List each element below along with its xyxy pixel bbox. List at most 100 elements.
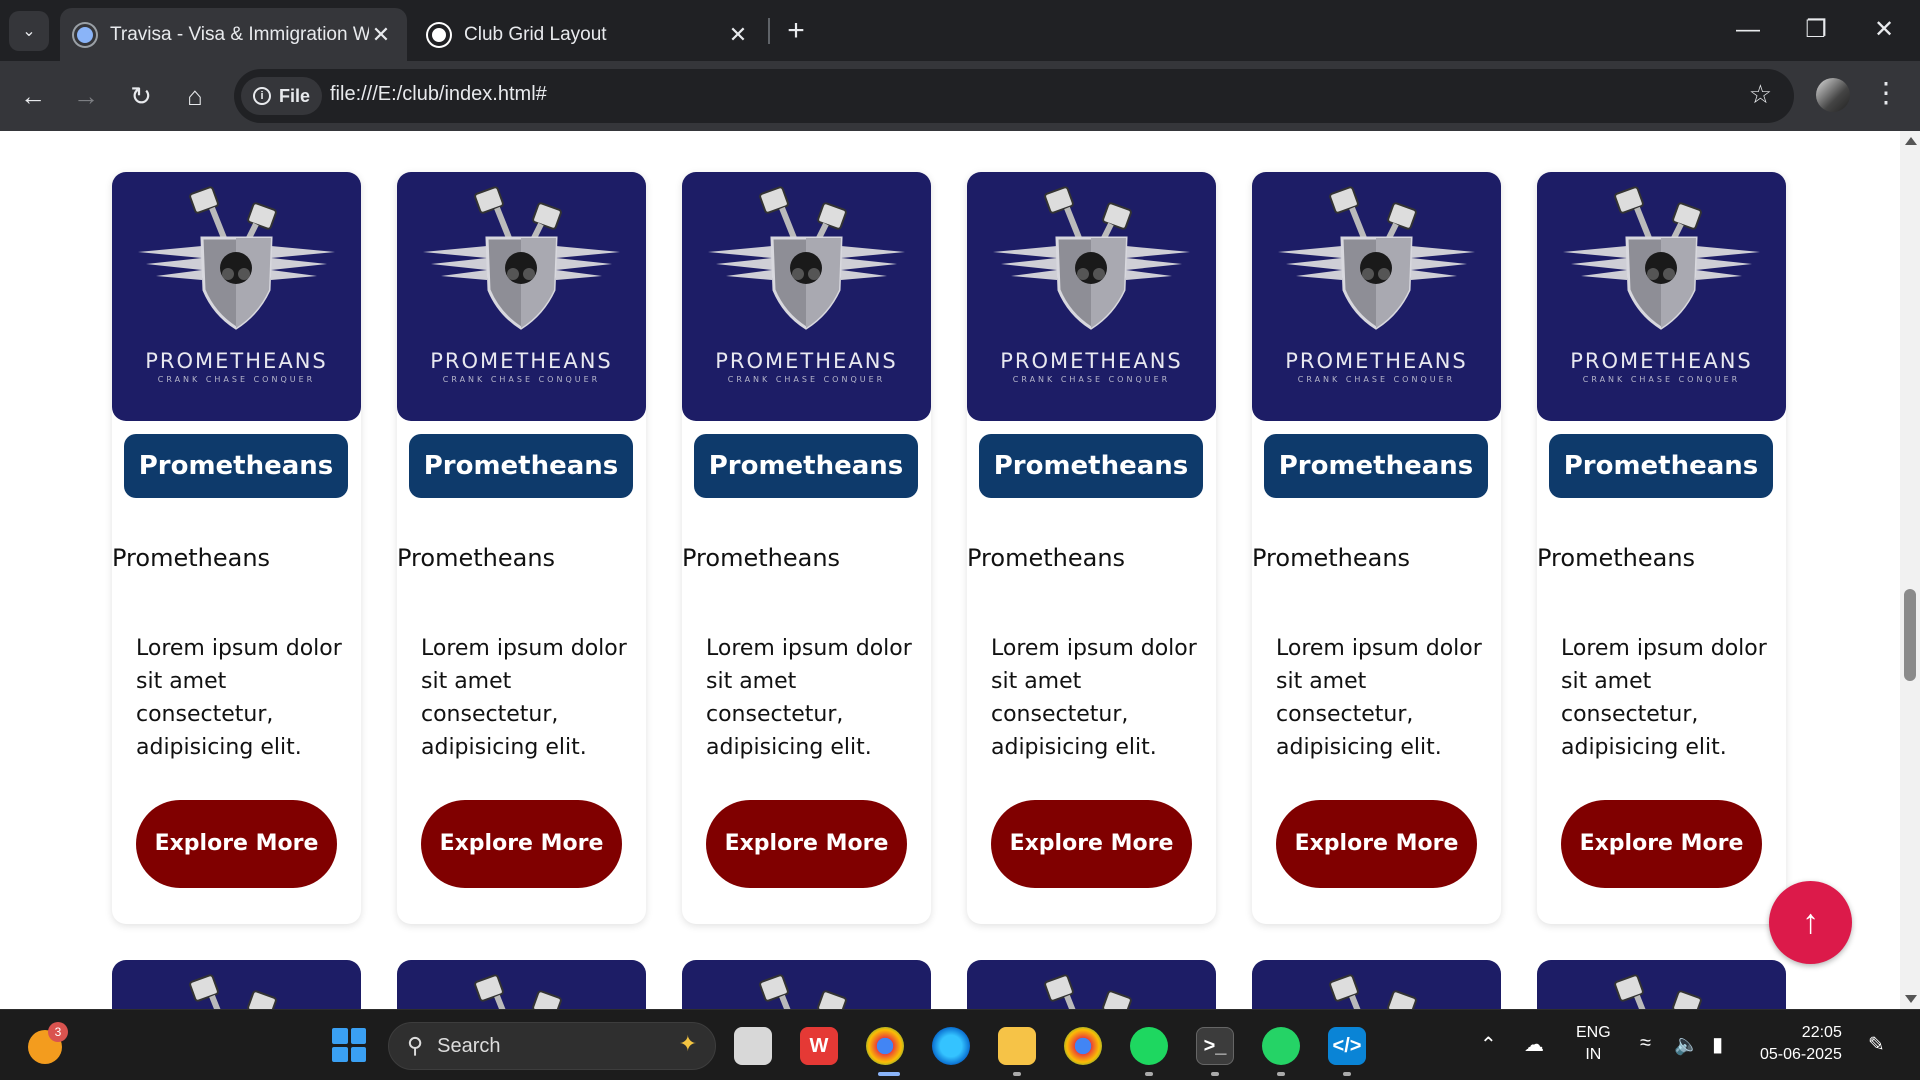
taskbar-search[interactable]: ⚲ Search ✦ [388, 1022, 716, 1070]
language-indicator[interactable]: ENG IN [1576, 1022, 1611, 1066]
info-icon: i [253, 87, 271, 105]
reload-button[interactable]: ↻ [120, 75, 162, 117]
club-logo-emblem [138, 186, 335, 330]
profile-avatar[interactable] [1816, 78, 1850, 112]
running-indicator [1343, 1072, 1351, 1076]
windows-taskbar: 3 ⚲ Search ✦ W >_ </> ⌃ ☁ ENG IN ≈ 🔈 ▮ 2… [0, 1009, 1920, 1080]
club-card-partial [397, 960, 646, 1009]
club-name-badge: Prometheans [1549, 434, 1773, 498]
explore-more-button[interactable]: Explore More [1276, 800, 1477, 888]
scroll-up-arrow[interactable] [1905, 137, 1917, 145]
club-card-description: Lorem ipsum dolor sit amet consectetur, … [1561, 636, 1767, 760]
chrome-icon[interactable] [1064, 1027, 1102, 1065]
tab-search-button[interactable]: ⌄ [9, 11, 49, 51]
new-tab-button[interactable]: + [778, 14, 814, 50]
club-card-image: PROMETHEANS CRANK CHASE CONQUER [1537, 172, 1786, 421]
start-button[interactable] [332, 1028, 366, 1062]
spotify-icon[interactable] [1130, 1027, 1168, 1065]
club-logo-emblem [189, 974, 277, 1009]
browser-menu-icon[interactable]: ⋮ [1872, 76, 1900, 109]
task-view-icon[interactable] [734, 1027, 772, 1065]
explore-more-button[interactable]: Explore More [136, 800, 337, 888]
club-card-image: PROMETHEANS CRANK CHASE CONQUER [682, 172, 931, 421]
scroll-to-top-button[interactable]: ↑ [1769, 881, 1852, 964]
club-card-partial [967, 960, 1216, 1009]
bookmark-star-icon[interactable]: ☆ [1749, 79, 1772, 110]
scroll-down-arrow[interactable] [1905, 995, 1917, 1003]
edge-icon[interactable] [932, 1027, 970, 1065]
logo-wordmark: PROMETHEANS [1570, 349, 1753, 373]
running-indicator [1211, 1072, 1219, 1076]
club-card: PROMETHEANS CRANK CHASE CONQUER Promethean… [112, 172, 361, 924]
club-logo-emblem [1278, 186, 1475, 330]
close-window-button[interactable]: ✕ [1856, 10, 1912, 50]
club-logo-emblem [1614, 974, 1702, 1009]
running-indicator [1013, 1072, 1021, 1076]
club-logo-emblem [993, 186, 1190, 330]
club-grid: PROMETHEANS CRANK CHASE CONQUER Promethean… [112, 172, 1786, 1009]
club-logo-emblem [1044, 974, 1132, 1009]
page-viewport: PROMETHEANS CRANK CHASE CONQUER Promethean… [0, 131, 1920, 1009]
site-chip-label: File [279, 85, 311, 106]
logo-wordmark: PROMETHEANS [145, 349, 328, 373]
clock-date: 05-06-2025 [1760, 1046, 1842, 1063]
page-scrollbar[interactable] [1900, 131, 1920, 1009]
club-name-badge: Prometheans [124, 434, 348, 498]
club-card-description: Lorem ipsum dolor sit amet consectetur, … [991, 636, 1197, 760]
vscode-icon[interactable]: </> [1328, 1027, 1366, 1065]
scrollbar-thumb[interactable] [1904, 589, 1916, 681]
restore-button[interactable]: ❐ [1788, 10, 1844, 50]
club-logo-emblem [1329, 974, 1417, 1009]
explore-more-button[interactable]: Explore More [421, 800, 622, 888]
url-text[interactable]: file:///E:/club/index.html# [330, 83, 547, 106]
club-card-image: PROMETHEANS CRANK CHASE CONQUER [1252, 172, 1501, 421]
volume-icon[interactable]: 🔈 [1674, 1032, 1699, 1057]
battery-icon[interactable]: ▮ [1712, 1032, 1723, 1057]
openai-icon [428, 23, 450, 46]
close-tab-icon[interactable]: ✕ [369, 22, 393, 48]
logo-tagline: CRANK CHASE CONQUER [1012, 375, 1171, 384]
arrow-up-icon: ↑ [1802, 903, 1819, 941]
tab-title: Club Grid Layout [464, 23, 607, 45]
clock[interactable]: 22:05 05-06-2025 [1760, 1022, 1842, 1066]
running-indicator [1277, 1072, 1285, 1076]
explore-more-button[interactable]: Explore More [706, 800, 907, 888]
active-app-indicator [878, 1072, 900, 1076]
club-card-image: PROMETHEANS CRANK CHASE CONQUER [112, 172, 361, 421]
club-card-partial [1537, 960, 1786, 1009]
terminal-icon[interactable]: >_ [1196, 1027, 1234, 1065]
explore-more-button[interactable]: Explore More [991, 800, 1192, 888]
wifi-icon[interactable]: ≈ [1640, 1032, 1651, 1055]
site-info-chip[interactable]: i File [241, 77, 323, 115]
file-explorer-icon[interactable] [998, 1027, 1036, 1065]
copilot-sparkle-icon: ✦ [678, 1031, 697, 1056]
logo-tagline: CRANK CHASE CONQUER [727, 375, 886, 384]
address-bar[interactable]: i File file:///E:/club/index.html# ☆ [234, 69, 1794, 123]
tab-travisa[interactable]: Travisa - Visa & Immigration W ✕ [60, 8, 407, 61]
wps-office-icon[interactable]: W [800, 1027, 838, 1065]
running-indicator [1145, 1072, 1153, 1076]
logo-tagline: CRANK CHASE CONQUER [1297, 375, 1456, 384]
notification-center-icon[interactable]: ✎ [1868, 1032, 1885, 1057]
chevron-up-icon[interactable]: ⌃ [1480, 1032, 1497, 1057]
back-button[interactable]: ← [12, 75, 54, 117]
clock-time: 22:05 [1801, 1024, 1842, 1041]
browser-tab-strip: ⌄ Travisa - Visa & Immigration W ✕ Club … [0, 0, 1920, 61]
club-name-badge: Prometheans [409, 434, 633, 498]
notification-badge: 3 [48, 1022, 68, 1042]
club-card-image: PROMETHEANS CRANK CHASE CONQUER [397, 172, 646, 421]
club-logo-emblem [759, 974, 847, 1009]
minimize-button[interactable]: — [1720, 10, 1776, 50]
home-button[interactable]: ⌂ [174, 75, 216, 117]
explore-more-button[interactable]: Explore More [1561, 800, 1762, 888]
tab-club-grid[interactable]: Club Grid Layout ✕ [414, 8, 764, 61]
whatsapp-icon[interactable] [1262, 1027, 1300, 1065]
chrome-profile-icon[interactable] [866, 1027, 904, 1065]
club-card: PROMETHEANS CRANK CHASE CONQUER Promethean… [1537, 172, 1786, 924]
forward-button[interactable]: → [65, 75, 107, 117]
language-label: ENG [1576, 1024, 1611, 1041]
search-icon: ⚲ [407, 1033, 424, 1058]
close-tab-icon[interactable]: ✕ [726, 22, 750, 48]
onedrive-icon[interactable]: ☁ [1524, 1032, 1544, 1057]
club-card-title: Prometheans [112, 544, 271, 572]
